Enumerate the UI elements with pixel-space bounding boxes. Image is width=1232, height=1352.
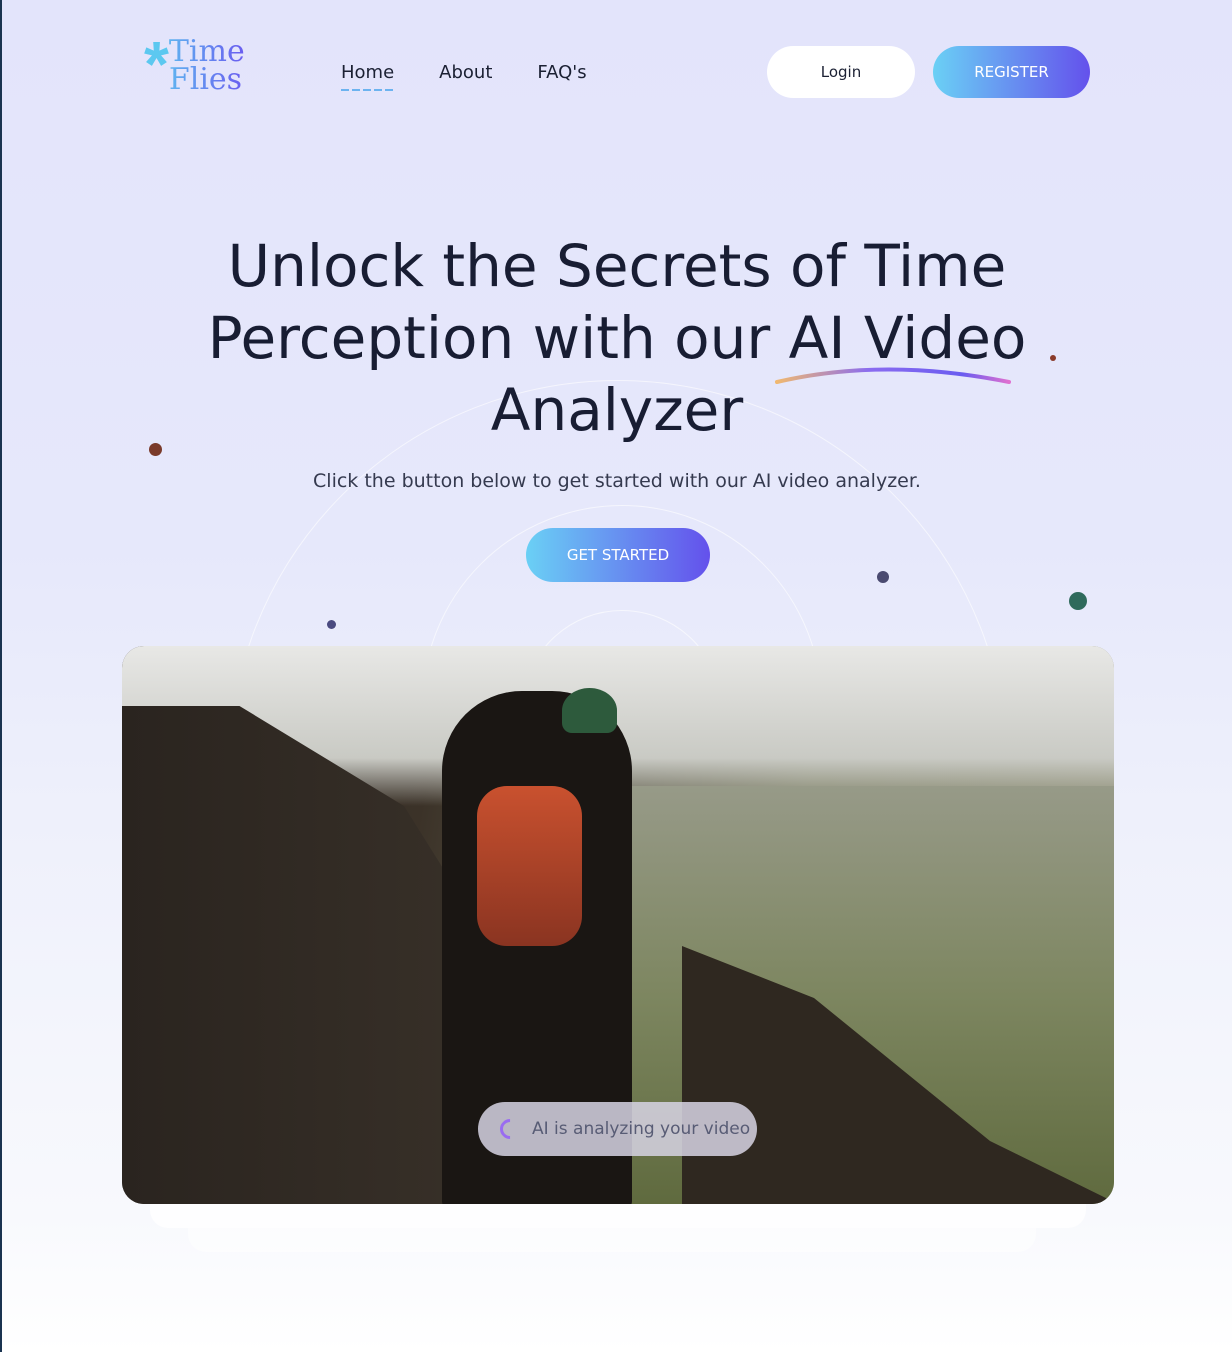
underline-swoosh bbox=[775, 367, 1011, 384]
video-cap bbox=[562, 688, 617, 733]
video-preview[interactable]: AI is analyzing your video bbox=[122, 646, 1114, 1204]
nav-faqs[interactable]: FAQ's bbox=[537, 62, 586, 83]
hero-title-line: Perception with our AI Video bbox=[207, 304, 1027, 372]
top-nav: * Time Flies Home About FAQ's Login REGIS… bbox=[2, 0, 1232, 140]
loading-spinner-icon bbox=[495, 1114, 525, 1144]
analysis-status: AI is analyzing your video bbox=[478, 1102, 757, 1156]
logo[interactable]: * Time Flies bbox=[144, 28, 245, 100]
decor-dot bbox=[149, 443, 162, 456]
analysis-status-text: AI is analyzing your video bbox=[532, 1119, 751, 1139]
login-button[interactable]: Login bbox=[767, 46, 915, 98]
stacked-card bbox=[188, 1228, 1036, 1252]
stacked-card bbox=[150, 1204, 1086, 1228]
get-started-button[interactable]: GET STARTED bbox=[526, 528, 710, 582]
decor-dot bbox=[327, 620, 336, 629]
decor-dot bbox=[877, 571, 889, 583]
logo-text: Flies bbox=[168, 62, 243, 97]
logo-star-icon: * bbox=[144, 28, 169, 100]
hero-title: Unlock the Secrets of Time Perception wi… bbox=[2, 230, 1232, 446]
hero-title-line: Analyzer bbox=[490, 376, 744, 444]
video-backpack bbox=[477, 786, 582, 946]
decor-dot bbox=[1050, 355, 1056, 361]
hero-title-line: Unlock the Secrets of Time bbox=[227, 232, 1007, 300]
decor-dot bbox=[1069, 592, 1087, 610]
nav-home[interactable]: Home bbox=[341, 62, 395, 91]
nav-about[interactable]: About bbox=[439, 62, 492, 83]
register-button[interactable]: REGISTER bbox=[933, 46, 1090, 98]
hero-subtitle: Click the button below to get started wi… bbox=[313, 470, 921, 492]
